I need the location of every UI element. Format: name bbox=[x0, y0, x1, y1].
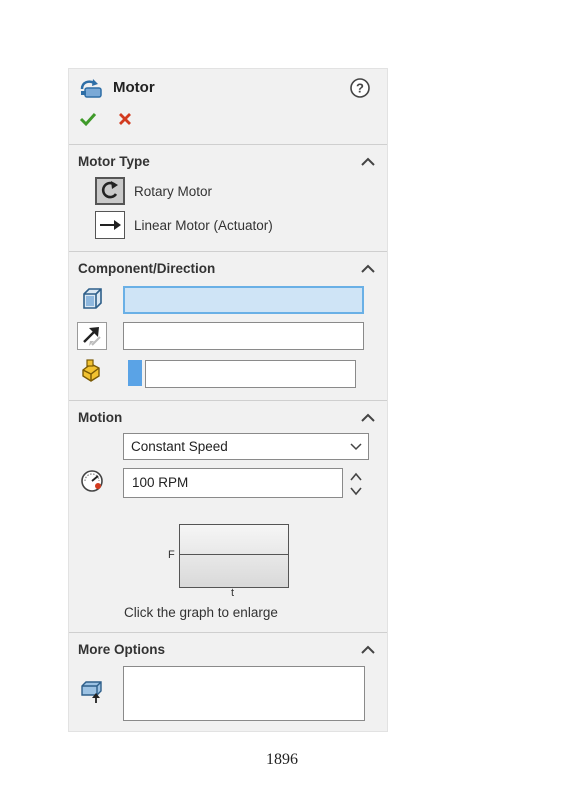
page-number: 1896 bbox=[266, 751, 298, 768]
motor-location-field[interactable] bbox=[123, 286, 364, 314]
spin-down-icon[interactable] bbox=[350, 486, 362, 496]
collapse-chevron-icon[interactable] bbox=[361, 157, 375, 167]
spin-up-icon[interactable] bbox=[350, 472, 362, 482]
speed-input[interactable]: 100 RPM bbox=[123, 468, 343, 498]
relative-component-color-swatch[interactable] bbox=[128, 360, 142, 386]
motion-type-value: Constant Speed bbox=[131, 439, 228, 454]
more-options-section: More Options bbox=[69, 632, 387, 733]
cancel-x-icon[interactable] bbox=[117, 111, 133, 127]
motor-direction-field[interactable] bbox=[123, 322, 364, 350]
collapse-chevron-icon[interactable] bbox=[361, 413, 375, 423]
chevron-down-icon bbox=[350, 443, 362, 451]
linear-arrow-icon bbox=[100, 220, 121, 230]
linear-motor-label: Linear Motor (Actuator) bbox=[134, 218, 273, 233]
motor-type-heading: Motor Type bbox=[78, 154, 150, 169]
title-bar: Motor ? bbox=[69, 69, 387, 139]
component-face-icon bbox=[83, 288, 102, 309]
component-to-move-relative-icon bbox=[82, 359, 100, 382]
load-bearing-faces-icon bbox=[81, 681, 102, 703]
graph-x-axis-label: t bbox=[231, 587, 235, 599]
motor-type-section: Motor Type Rotary Motor Linear Motor (Ac… bbox=[69, 144, 387, 251]
graph-y-axis-label: F bbox=[168, 549, 175, 561]
ok-checkmark-icon[interactable] bbox=[79, 111, 97, 127]
graph-caption: Click the graph to enlarge bbox=[124, 605, 278, 620]
motion-section: Motion Constant Speed 100 RPM bbox=[69, 400, 387, 632]
rotary-motor-label: Rotary Motor bbox=[134, 184, 213, 199]
motor-property-manager: Motor ? Motor Type Rotary Motor Linear M… bbox=[68, 68, 388, 732]
motion-heading: Motion bbox=[78, 410, 123, 425]
motion-type-select[interactable]: Constant Speed bbox=[123, 433, 369, 460]
rotary-arrow-icon bbox=[101, 181, 118, 199]
motor-icon bbox=[80, 79, 102, 98]
component-direction-section: Component/Direction bbox=[69, 251, 387, 400]
relative-component-field[interactable] bbox=[145, 360, 356, 388]
constant-speed-line bbox=[180, 554, 288, 555]
reverse-direction-button[interactable] bbox=[77, 322, 107, 350]
direction-arrow-icon bbox=[83, 327, 101, 346]
help-icon[interactable]: ? bbox=[349, 77, 371, 99]
collapse-chevron-icon[interactable] bbox=[361, 645, 375, 655]
linear-motor-button[interactable] bbox=[95, 211, 125, 239]
motion-profile-graph[interactable] bbox=[179, 524, 289, 588]
more-options-heading: More Options bbox=[78, 642, 165, 657]
collapse-chevron-icon[interactable] bbox=[361, 264, 375, 274]
load-bearing-faces-field[interactable] bbox=[123, 666, 365, 721]
rotary-motor-button[interactable] bbox=[95, 177, 125, 205]
svg-text:?: ? bbox=[356, 81, 364, 96]
speed-value: 100 RPM bbox=[132, 475, 189, 490]
page-title: Motor bbox=[113, 79, 155, 96]
component-direction-heading: Component/Direction bbox=[78, 261, 216, 276]
speed-gauge-icon bbox=[81, 470, 103, 492]
